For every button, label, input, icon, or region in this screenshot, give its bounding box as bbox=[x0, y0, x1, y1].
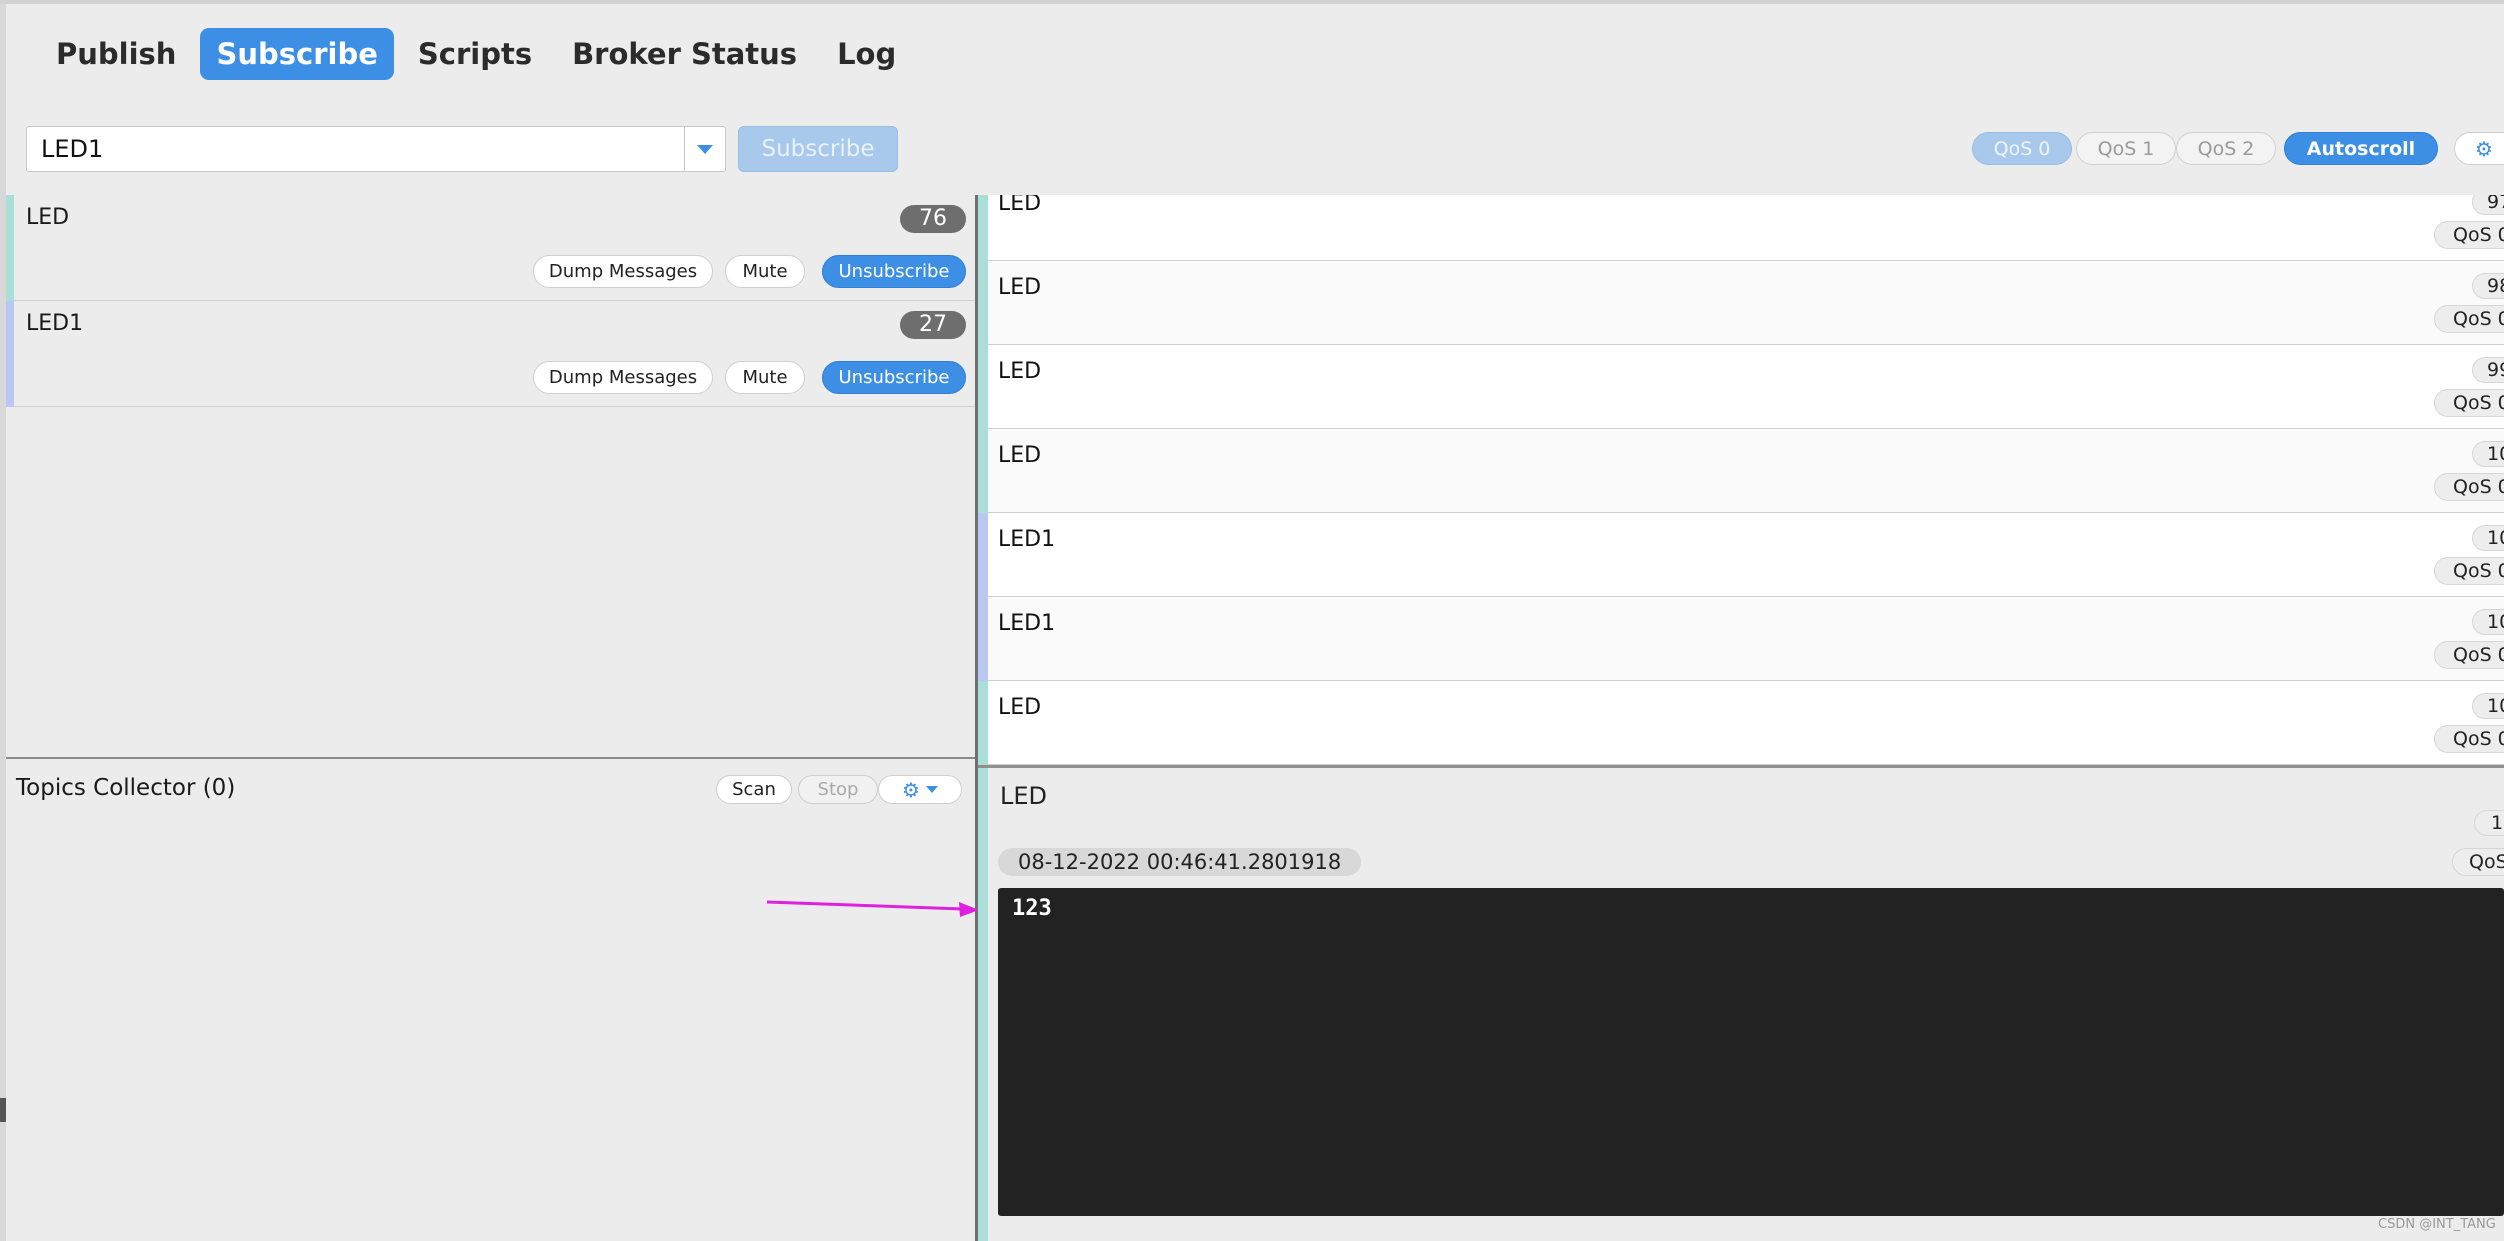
topic-input[interactable]: LED1 bbox=[27, 127, 684, 171]
tab-publish[interactable]: Publish bbox=[40, 28, 192, 80]
message-list: LED 97 QoS 0 LED 98 QoS 0 LED 99 QoS 0 L… bbox=[978, 195, 2504, 765]
message-qos: QoS 0 bbox=[2434, 641, 2504, 669]
dump-messages-button[interactable]: Dump Messages bbox=[533, 255, 713, 288]
message-count-badge: 27 bbox=[900, 311, 966, 339]
settings-button[interactable]: ⚙ bbox=[2454, 132, 2504, 165]
message-qos: QoS 0 bbox=[2434, 725, 2504, 753]
topics-collector-title: Topics Collector (0) bbox=[16, 775, 236, 801]
subscription-row[interactable]: LED 76 Dump Messages Mute Unsubscribe bbox=[6, 195, 976, 301]
dump-messages-button[interactable]: Dump Messages bbox=[533, 361, 713, 394]
message-row[interactable]: LED 98 QoS 0 bbox=[978, 261, 2504, 345]
message-row[interactable]: LED1 102 QoS 0 bbox=[978, 597, 2504, 681]
tab-subscribe[interactable]: Subscribe bbox=[200, 28, 394, 80]
detail-color-bar bbox=[978, 768, 988, 1241]
message-number: 99 bbox=[2472, 357, 2504, 383]
message-color-bar bbox=[978, 597, 988, 681]
message-row[interactable]: LED 100 QoS 0 bbox=[978, 429, 2504, 513]
qos0-toggle[interactable]: QoS 0 bbox=[1972, 132, 2072, 165]
watermark: CSDN @INT_TANG bbox=[2378, 1217, 2496, 1232]
message-color-bar bbox=[978, 195, 988, 261]
message-number: 98 bbox=[2472, 273, 2504, 299]
payload-text: 123 bbox=[1012, 896, 1052, 921]
message-topic: LED bbox=[998, 275, 1042, 300]
topics-collector-panel: Topics Collector (0) Scan Stop ⚙ bbox=[6, 757, 976, 1241]
stop-button[interactable]: Stop bbox=[798, 775, 878, 804]
message-number: 101 bbox=[2472, 525, 2504, 551]
message-number: 103 bbox=[2472, 693, 2504, 719]
message-row[interactable]: LED 97 QoS 0 bbox=[978, 195, 2504, 261]
message-qos: QoS 0 bbox=[2434, 221, 2504, 249]
unsubscribe-button[interactable]: Unsubscribe bbox=[822, 255, 966, 288]
payload-view[interactable]: 123 bbox=[998, 888, 2504, 1216]
detail-topic: LED bbox=[1000, 782, 1048, 810]
subscription-topic: LED1 bbox=[26, 311, 84, 336]
message-row[interactable]: LED1 101 QoS 0 bbox=[978, 513, 2504, 597]
subscription-topic: LED bbox=[26, 205, 70, 230]
subscribe-button[interactable]: Subscribe bbox=[738, 126, 898, 172]
main-nav: Publish Subscribe Scripts Broker Status … bbox=[40, 28, 912, 80]
message-number: 100 bbox=[2472, 441, 2504, 467]
message-topic: LED1 bbox=[998, 527, 1056, 552]
topic-dropdown-button[interactable] bbox=[684, 127, 725, 171]
subscription-color-bar bbox=[6, 195, 14, 301]
message-topic: LED bbox=[998, 443, 1042, 468]
tab-log[interactable]: Log bbox=[821, 28, 912, 80]
chevron-down-icon bbox=[925, 786, 938, 793]
detail-qos: QoS 0 bbox=[2452, 848, 2504, 876]
message-row[interactable]: LED 99 QoS 0 bbox=[978, 345, 2504, 429]
message-color-bar bbox=[978, 261, 988, 345]
message-topic: LED bbox=[998, 195, 1042, 216]
message-topic: LED1 bbox=[998, 611, 1056, 636]
annotation-arrow bbox=[766, 900, 979, 917]
mute-button[interactable]: Mute bbox=[725, 255, 805, 288]
gears-icon: ⚙ bbox=[902, 777, 920, 802]
unsubscribe-button[interactable]: Unsubscribe bbox=[822, 361, 966, 394]
message-topic: LED bbox=[998, 359, 1042, 384]
window-top-border bbox=[0, 0, 2504, 4]
collector-settings-button[interactable]: ⚙ bbox=[878, 775, 962, 804]
message-qos: QoS 0 bbox=[2434, 557, 2504, 585]
message-row[interactable]: LED 103 QoS 0 bbox=[978, 681, 2504, 765]
detail-timestamp: 08-12-2022 00:46:41.2801918 bbox=[998, 848, 1362, 876]
message-topic: LED bbox=[998, 695, 1042, 720]
message-qos: QoS 0 bbox=[2434, 473, 2504, 501]
subscription-color-bar bbox=[6, 301, 14, 407]
message-count-badge: 76 bbox=[900, 205, 966, 233]
message-detail-panel: LED 1 08-12-2022 00:46:41.2801918 QoS 0 … bbox=[978, 765, 2504, 1241]
message-qos: QoS 0 bbox=[2434, 305, 2504, 333]
mute-button[interactable]: Mute bbox=[725, 361, 805, 394]
qos1-toggle[interactable]: QoS 1 bbox=[2076, 132, 2176, 165]
gears-icon: ⚙ bbox=[2475, 136, 2493, 161]
detail-message-number: 1 bbox=[2474, 810, 2504, 836]
topic-combobox[interactable]: LED1 bbox=[26, 126, 726, 172]
scan-button[interactable]: Scan bbox=[716, 775, 792, 804]
message-number: 102 bbox=[2472, 609, 2504, 635]
autoscroll-toggle[interactable]: Autoscroll bbox=[2284, 132, 2438, 165]
tab-scripts[interactable]: Scripts bbox=[402, 28, 548, 80]
message-color-bar bbox=[978, 429, 988, 513]
message-color-bar bbox=[978, 345, 988, 429]
message-qos: QoS 0 bbox=[2434, 389, 2504, 417]
chevron-down-icon bbox=[697, 144, 713, 154]
message-number: 97 bbox=[2472, 195, 2504, 215]
message-color-bar bbox=[978, 513, 988, 597]
subscription-row[interactable]: LED1 27 Dump Messages Mute Unsubscribe bbox=[6, 301, 976, 407]
tab-broker-status[interactable]: Broker Status bbox=[556, 28, 813, 80]
subscriptions-panel: LED 76 Dump Messages Mute Unsubscribe LE… bbox=[6, 195, 976, 757]
qos2-toggle[interactable]: QoS 2 bbox=[2176, 132, 2276, 165]
message-color-bar bbox=[978, 681, 988, 765]
